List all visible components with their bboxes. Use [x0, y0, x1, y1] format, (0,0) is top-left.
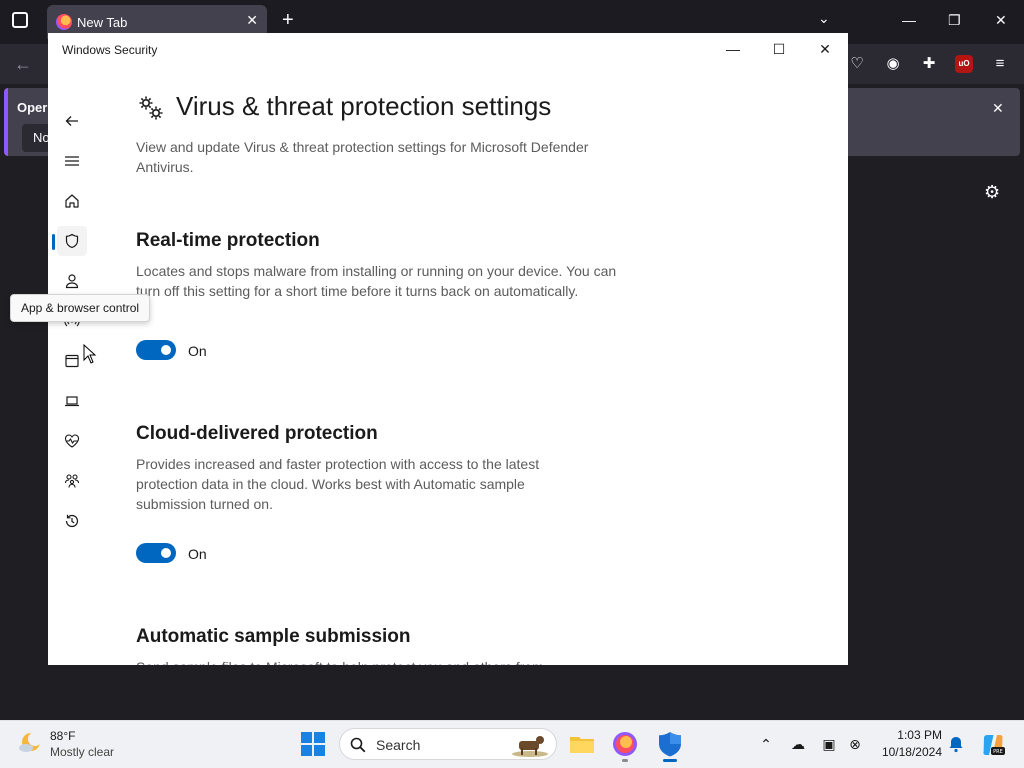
- toggle-knob: [161, 548, 171, 558]
- notification-title: Oper: [17, 100, 48, 115]
- weather-moon-icon[interactable]: [18, 730, 42, 754]
- nav-virus-threat-protection[interactable]: [57, 226, 87, 256]
- weather-description: Mostly clear: [50, 745, 115, 759]
- sample-submission-description: Send sample files to Microsoft to help p…: [136, 657, 626, 665]
- notification-close-icon[interactable]: ✕: [992, 100, 1004, 117]
- active-indicator: [52, 234, 55, 250]
- menu-button[interactable]: [57, 146, 87, 176]
- copilot-icon[interactable]: PRE: [980, 732, 1006, 758]
- firefox-taskbar-icon[interactable]: [611, 730, 639, 758]
- newtab-settings-gear-icon[interactable]: ⚙: [984, 182, 1000, 203]
- clock-date[interactable]: 10/18/2024: [874, 745, 942, 759]
- home-icon: [65, 194, 79, 208]
- firefox-close-icon[interactable]: ✕: [995, 12, 1007, 29]
- realtime-protection-state: On: [188, 343, 207, 359]
- search-label: Search: [376, 737, 421, 753]
- cloud-protection-state: On: [188, 546, 207, 562]
- sample-submission-title: Automatic sample submission: [136, 626, 411, 647]
- account-icon[interactable]: ◉: [884, 55, 902, 73]
- network-icon[interactable]: ▣: [820, 735, 838, 753]
- realtime-protection-description: Locates and stops malware from installin…: [136, 263, 617, 299]
- volume-muted-icon[interactable]: ⊗: [846, 735, 864, 753]
- nav-tooltip: App & browser control: [10, 294, 151, 322]
- cloud-offline-icon[interactable]: ☁: [789, 735, 807, 753]
- active-app-indicator: [663, 759, 677, 762]
- file-explorer-icon[interactable]: [568, 730, 596, 758]
- firefox-restore-icon[interactable]: ❐: [948, 12, 961, 29]
- chevron-down-icon[interactable]: ⌄: [818, 10, 830, 27]
- nav-settings[interactable]: [57, 658, 87, 665]
- back-arrow-icon: [65, 116, 78, 126]
- windows-start-button[interactable]: [301, 732, 325, 756]
- nav-device-security[interactable]: [57, 386, 87, 416]
- svg-text:PRE: PRE: [993, 749, 1003, 755]
- main-content: Virus & threat protection settings View …: [136, 33, 836, 665]
- firefox-icon: [56, 14, 72, 30]
- family-icon: [64, 474, 80, 488]
- history-icon: [65, 514, 79, 528]
- search-icon: [350, 737, 366, 753]
- windows-security-taskbar-icon[interactable]: [656, 730, 684, 758]
- tab-close-icon[interactable]: ✕: [246, 12, 258, 29]
- nav-home[interactable]: [57, 186, 87, 216]
- weather-temperature: 88°F: [50, 729, 76, 743]
- new-tab-icon[interactable]: +: [282, 10, 294, 30]
- cloud-protection-title: Cloud-delivered protection: [136, 423, 378, 444]
- toggle-knob: [161, 345, 171, 355]
- realtime-protection-title: Real-time protection: [136, 230, 320, 251]
- search-highlight-image: [512, 736, 548, 757]
- running-indicator: [622, 759, 628, 762]
- hamburger-menu-icon[interactable]: ≡: [991, 55, 1009, 73]
- nav-account-protection[interactable]: [57, 266, 87, 296]
- start-logo-pane: [314, 732, 325, 743]
- firefox-sidebar-icon[interactable]: [12, 12, 28, 28]
- mouse-cursor: [83, 344, 97, 364]
- start-logo-pane: [301, 732, 312, 743]
- cloud-protection-description: Provides increased and faster protection…: [136, 456, 540, 512]
- notification-bell-icon[interactable]: [947, 735, 965, 753]
- extensions-icon[interactable]: ✚: [920, 55, 938, 73]
- start-logo-pane: [301, 745, 312, 756]
- settings-gears-icon: [139, 96, 163, 120]
- shield-icon: [65, 233, 79, 249]
- ublock-icon[interactable]: uO: [955, 55, 973, 73]
- nav-device-performance[interactable]: [57, 426, 87, 456]
- realtime-protection-toggle[interactable]: [136, 340, 176, 360]
- hamburger-icon: [65, 156, 79, 166]
- nav-family-options[interactable]: [57, 466, 87, 496]
- laptop-icon: [65, 396, 79, 407]
- firefox-minimize-icon[interactable]: —: [902, 12, 916, 28]
- firefox-back-icon[interactable]: ←: [14, 54, 32, 75]
- start-logo-pane: [314, 745, 325, 756]
- tab-title: New Tab: [77, 15, 128, 30]
- show-hidden-icons-chevron-icon[interactable]: ⌃: [757, 735, 775, 753]
- page-description: View and update Virus & threat protectio…: [136, 139, 589, 175]
- person-icon: [65, 274, 79, 289]
- heart-pulse-icon: [64, 434, 80, 448]
- windows-security-window: Windows Security — ☐ ✕ Virus & threat pr…: [48, 33, 848, 665]
- pocket-icon[interactable]: ♡: [848, 55, 866, 73]
- app-window-icon: [65, 354, 79, 368]
- taskbar-search-box[interactable]: Search: [339, 728, 557, 760]
- nav-sidebar: [48, 65, 96, 665]
- clock-time[interactable]: 1:03 PM: [880, 728, 942, 742]
- nav-protection-history[interactable]: [57, 506, 87, 536]
- page-title: Virus & threat protection settings: [176, 91, 552, 121]
- back-button[interactable]: [57, 106, 87, 136]
- cloud-protection-toggle[interactable]: [136, 543, 176, 563]
